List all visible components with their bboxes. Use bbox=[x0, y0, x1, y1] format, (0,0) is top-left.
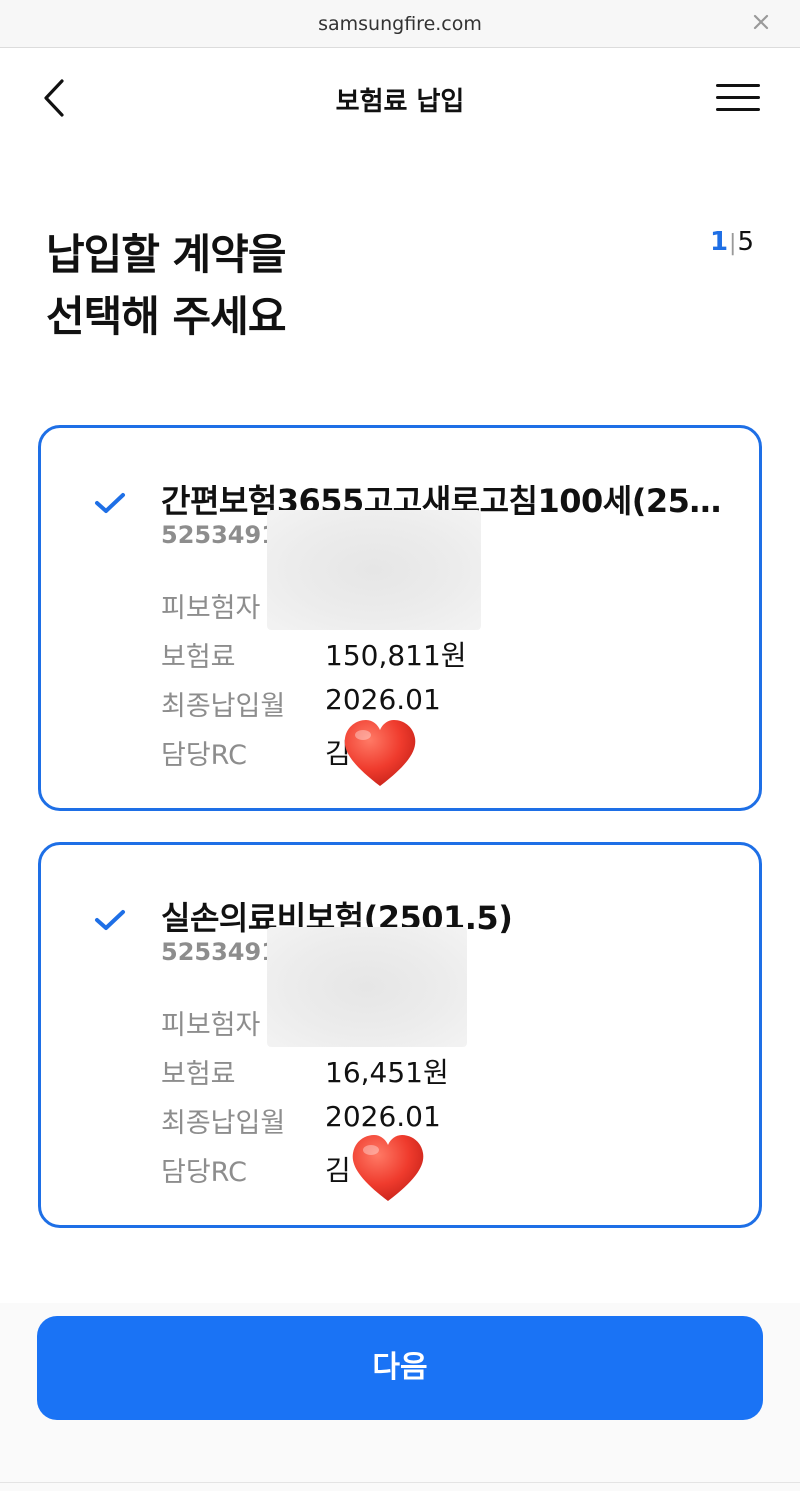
step-current: 1 bbox=[709, 227, 729, 257]
next-button[interactable]: 다음 bbox=[37, 1316, 763, 1420]
page-heading: 납입할 계약을 선택해 주세요 bbox=[46, 224, 286, 348]
check-icon[interactable] bbox=[93, 907, 127, 933]
redacted-area bbox=[267, 510, 481, 630]
redacted-area bbox=[267, 927, 467, 1047]
rc-label: 담당RC bbox=[161, 1157, 247, 1188]
step-total: 5 bbox=[737, 227, 754, 257]
page-title: 보험료 납입 bbox=[335, 87, 465, 117]
step-indicator: 1|5 bbox=[710, 227, 754, 257]
heart-icon bbox=[344, 720, 416, 786]
heading-line-1: 납입할 계약을 bbox=[46, 230, 286, 279]
contract-card[interactable]: 간편보험3655고고새로고침100세(25… 5253491 피보험자 보험료 … bbox=[38, 425, 762, 811]
heading-line-2: 선택해 주세요 bbox=[46, 292, 286, 341]
last-paid-value: 2026.01 bbox=[325, 1100, 441, 1133]
last-paid-label: 최종납입월 bbox=[161, 1108, 286, 1139]
contract-number: 5253491 bbox=[161, 938, 278, 966]
contract-number: 5253491 bbox=[161, 521, 278, 549]
premium-value: 16,451원 bbox=[325, 1056, 449, 1089]
chevron-left-icon[interactable] bbox=[36, 78, 76, 118]
divider bbox=[0, 1482, 800, 1483]
hamburger-menu-icon[interactable] bbox=[712, 82, 760, 116]
contract-card[interactable]: 실손의료비보험(2501.5) 5253491 피보험자 보험료 16,451원… bbox=[38, 842, 762, 1228]
last-paid-label: 최종납입월 bbox=[161, 691, 286, 722]
rc-value: 김 bbox=[325, 1154, 351, 1187]
rc-label: 담당RC bbox=[161, 740, 247, 771]
insured-label: 피보험자 bbox=[161, 1010, 261, 1041]
url-text[interactable]: samsungfire.com bbox=[0, 13, 800, 35]
close-icon[interactable] bbox=[750, 11, 772, 33]
premium-value: 150,811원 bbox=[325, 639, 467, 672]
premium-label: 보험료 bbox=[161, 642, 236, 673]
heart-icon bbox=[352, 1135, 424, 1201]
check-icon[interactable] bbox=[93, 490, 127, 516]
app-header: 보험료 납입 bbox=[0, 48, 800, 148]
premium-label: 보험료 bbox=[161, 1059, 236, 1090]
browser-url-bar: samsungfire.com bbox=[0, 0, 800, 48]
insured-label: 피보험자 bbox=[161, 593, 261, 624]
last-paid-value: 2026.01 bbox=[325, 683, 441, 716]
